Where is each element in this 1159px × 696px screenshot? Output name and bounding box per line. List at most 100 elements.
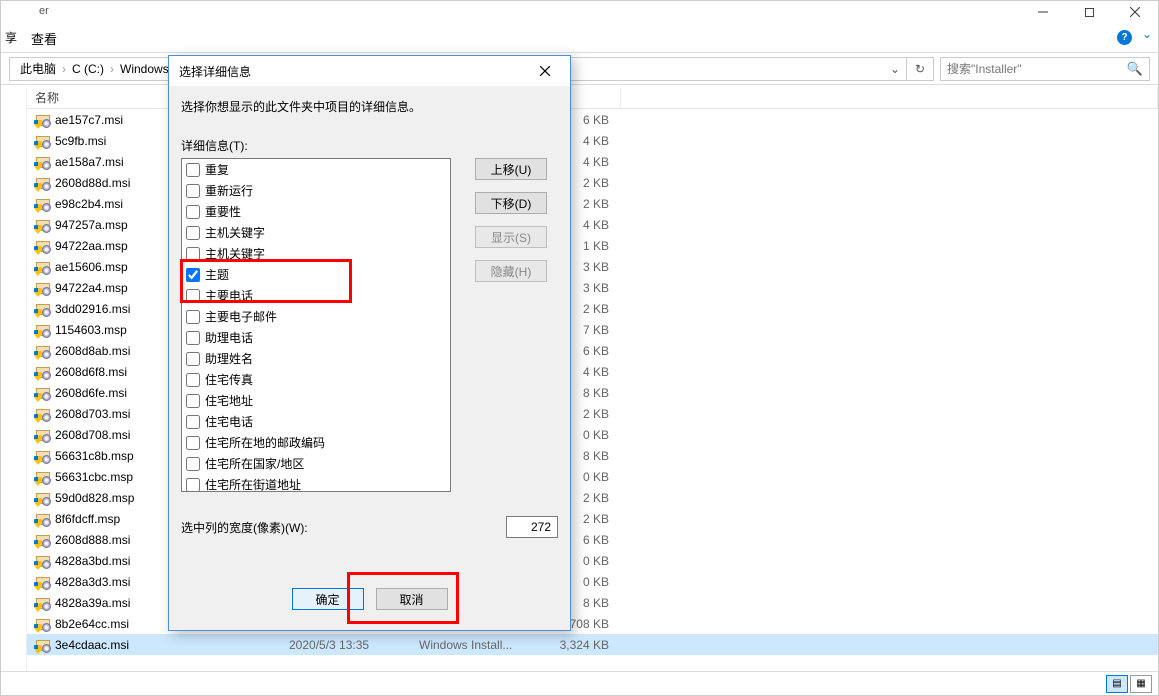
installer-icon — [35, 637, 51, 653]
detail-item[interactable]: 主机关键字 — [182, 222, 450, 243]
search-box[interactable]: 🔍 — [940, 57, 1150, 81]
installer-icon — [35, 406, 51, 422]
detail-checkbox[interactable] — [186, 289, 200, 303]
address-right: ⌄ ↻ 🔍 — [884, 57, 1150, 81]
detail-label: 主要电子邮件 — [205, 308, 277, 325]
file-row[interactable]: 3e4cdaac.msi2020/5/3 13:35Windows Instal… — [27, 634, 1158, 655]
detail-checkbox[interactable] — [186, 226, 200, 240]
detail-checkbox[interactable] — [186, 436, 200, 450]
detail-checkbox[interactable] — [186, 247, 200, 261]
detail-label: 住宅电话 — [205, 413, 253, 430]
detail-checkbox[interactable] — [186, 184, 200, 198]
installer-icon — [35, 301, 51, 317]
chevron-right-icon: › — [60, 62, 68, 76]
maximize-icon — [1085, 8, 1094, 17]
search-input[interactable] — [947, 62, 1123, 76]
detail-checkbox[interactable] — [186, 394, 200, 408]
title-fragment: er — [39, 5, 49, 17]
detail-item[interactable]: 重复 — [182, 159, 450, 180]
view-details-button[interactable]: ▤ — [1106, 675, 1128, 693]
detail-checkbox[interactable] — [186, 268, 200, 282]
dialog-title: 选择详细信息 — [179, 63, 251, 80]
installer-icon — [35, 427, 51, 443]
detail-checkbox[interactable] — [186, 205, 200, 219]
move-down-button[interactable]: 下移(D) — [475, 192, 547, 214]
maximize-button[interactable] — [1066, 1, 1112, 23]
show-button[interactable]: 显示(S) — [475, 226, 547, 248]
help-button[interactable]: ? — [1117, 29, 1132, 45]
installer-icon — [35, 448, 51, 464]
menu-fragment: 享 — [5, 29, 17, 46]
installer-icon — [35, 574, 51, 590]
file-type: Windows Install... — [411, 638, 541, 652]
minimize-button[interactable] — [1020, 1, 1066, 23]
ribbon-expand-icon[interactable]: ⌄ — [1142, 27, 1152, 41]
close-button[interactable] — [1112, 1, 1158, 23]
installer-icon — [35, 133, 51, 149]
detail-checkbox[interactable] — [186, 163, 200, 177]
detail-item[interactable]: 重新运行 — [182, 180, 450, 201]
detail-checkbox[interactable] — [186, 478, 200, 492]
cancel-button[interactable]: 取消 — [376, 588, 448, 610]
breadcrumb-seg-this-pc[interactable]: 此电脑 — [16, 60, 60, 77]
view-thumbnails-button[interactable]: ▦ — [1130, 675, 1152, 693]
breadcrumb-seg-c[interactable]: C (C:) — [68, 62, 108, 76]
hide-button[interactable]: 隐藏(H) — [475, 260, 547, 282]
installer-icon — [35, 490, 51, 506]
move-up-button[interactable]: 上移(U) — [475, 158, 547, 180]
refresh-button[interactable]: ↻ — [906, 57, 934, 81]
detail-label: 住宅所在地的邮政编码 — [205, 434, 325, 451]
detail-item[interactable]: 主题 — [182, 264, 450, 285]
detail-item[interactable]: 助理姓名 — [182, 348, 450, 369]
detail-item[interactable]: 重要性 — [182, 201, 450, 222]
breadcrumb-seg-windows[interactable]: Windows — [116, 62, 173, 76]
installer-icon — [35, 616, 51, 632]
detail-item[interactable]: 住宅电话 — [182, 411, 450, 432]
close-icon — [540, 66, 550, 76]
detail-item[interactable]: 主要电子邮件 — [182, 306, 450, 327]
search-icon[interactable]: 🔍 — [1127, 61, 1143, 77]
installer-icon — [35, 364, 51, 380]
installer-icon — [35, 553, 51, 569]
detail-checkbox[interactable] — [186, 373, 200, 387]
installer-icon — [35, 280, 51, 296]
detail-item[interactable]: 主要电话 — [182, 285, 450, 306]
detail-label: 重复 — [205, 161, 229, 178]
detail-item[interactable]: 主机关键字 — [182, 243, 450, 264]
installer-icon — [35, 259, 51, 275]
installer-icon — [35, 175, 51, 191]
detail-item[interactable]: 住宅所在国家/地区 — [182, 453, 450, 474]
detail-checkbox[interactable] — [186, 352, 200, 366]
ok-button[interactable]: 确定 — [292, 588, 364, 610]
detail-item[interactable]: 住宅传真 — [182, 369, 450, 390]
col-spacer — [621, 87, 1158, 108]
detail-label: 主机关键字 — [205, 224, 265, 241]
detail-item[interactable]: 住宅所在街道地址 — [182, 474, 450, 492]
breadcrumb[interactable]: 此电脑 › C (C:) › Windows — [9, 57, 173, 81]
detail-checkbox[interactable] — [186, 457, 200, 471]
width-row: 选中列的宽度(像素)(W): — [181, 516, 558, 538]
detail-checkbox[interactable] — [186, 415, 200, 429]
detail-label: 住宅传真 — [205, 371, 253, 388]
detail-list[interactable]: 重复重新运行重要性主机关键字主机关键字主题主要电话主要电子邮件助理电话助理姓名住… — [181, 158, 451, 492]
menu-view[interactable]: 查看 — [31, 29, 57, 48]
statusbar: ▤ ▦ — [1, 671, 1158, 695]
titlebar: er — [1, 1, 1158, 23]
detail-label: 主要电话 — [205, 287, 253, 304]
dialog-close-button[interactable] — [530, 56, 560, 86]
width-input[interactable] — [506, 516, 558, 538]
dialog-titlebar[interactable]: 选择详细信息 — [169, 56, 570, 86]
dialog-buttons: 确定 取消 — [181, 588, 558, 610]
address-history-chevron[interactable]: ⌄ — [884, 57, 906, 81]
installer-icon — [35, 112, 51, 128]
installer-icon — [35, 511, 51, 527]
detail-item[interactable]: 住宅所在地的邮政编码 — [182, 432, 450, 453]
detail-checkbox[interactable] — [186, 310, 200, 324]
detail-label: 主题 — [205, 266, 229, 283]
file-size: 3,324 KB — [541, 638, 621, 652]
detail-item[interactable]: 住宅地址 — [182, 390, 450, 411]
detail-item[interactable]: 助理电话 — [182, 327, 450, 348]
detail-label: 重要性 — [205, 203, 241, 220]
installer-icon — [35, 595, 51, 611]
detail-checkbox[interactable] — [186, 331, 200, 345]
